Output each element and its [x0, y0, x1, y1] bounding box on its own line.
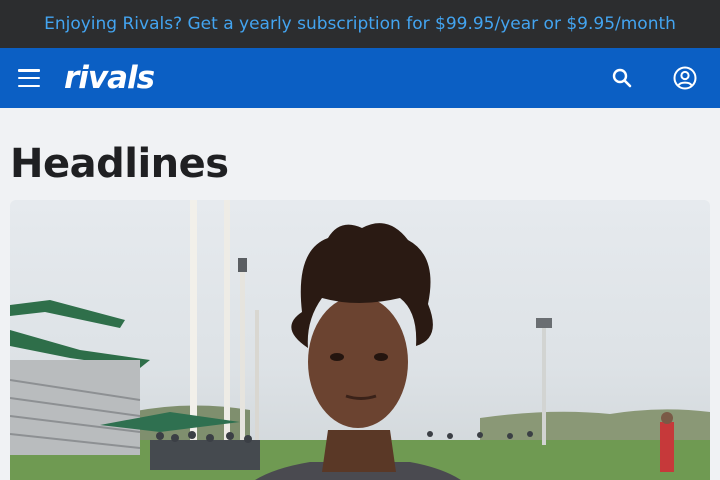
subscription-promo-link[interactable]: Enjoying Rivals? Get a yearly subscripti…	[44, 14, 676, 34]
rivals-logo[interactable]: rivals	[64, 60, 155, 96]
search-icon[interactable]	[610, 66, 634, 90]
promo-banner: Enjoying Rivals? Get a yearly subscripti…	[0, 0, 720, 48]
headline-hero-image[interactable]	[10, 200, 710, 480]
athlete-portrait-photo	[10, 200, 710, 480]
main-content: Headlines	[0, 142, 720, 480]
headlines-heading: Headlines	[10, 141, 229, 187]
account-circle-icon[interactable]	[672, 65, 698, 91]
top-navigation-bar: rivals	[0, 48, 720, 108]
hamburger-menu-icon[interactable]	[18, 69, 40, 87]
